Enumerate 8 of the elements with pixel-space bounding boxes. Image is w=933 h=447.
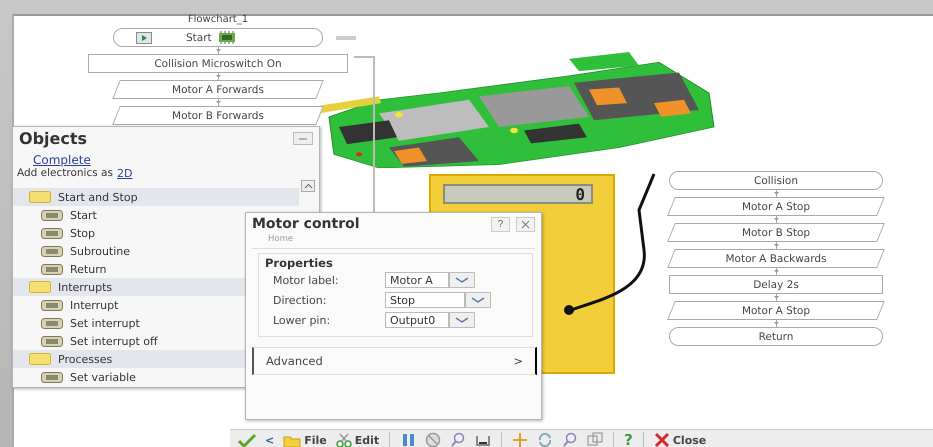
dialog-title: Motor control bbox=[252, 216, 361, 232]
group-title: Properties bbox=[265, 256, 334, 270]
field-label: Lower pin: bbox=[272, 314, 332, 326]
field-label: Direction: bbox=[272, 294, 328, 306]
panel-title: Objects bbox=[19, 129, 88, 148]
meter-reading: 0 bbox=[443, 184, 593, 204]
flowchart-title: Flowchart_1 bbox=[188, 14, 248, 25]
add-electronics-label: Add electronics as bbox=[17, 167, 113, 180]
